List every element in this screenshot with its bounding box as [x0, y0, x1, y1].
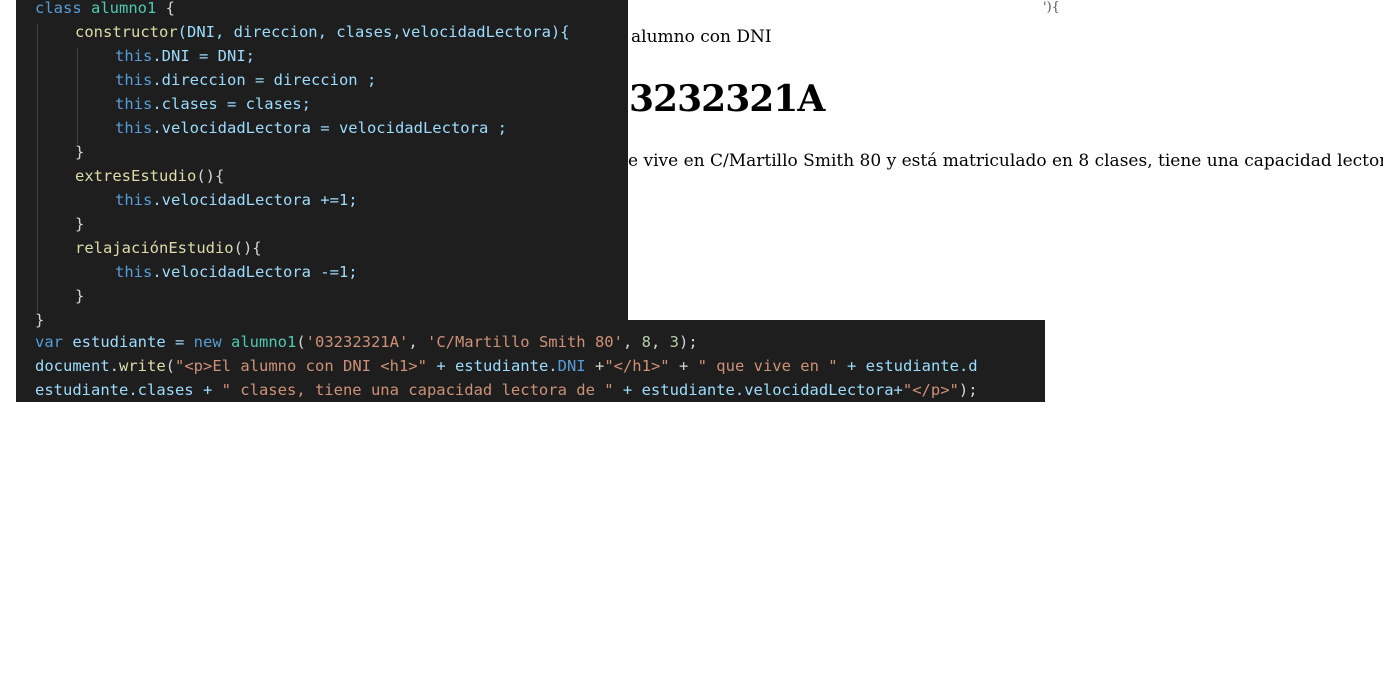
indent-guide: [77, 48, 78, 144]
code-line-14: }: [35, 311, 45, 329]
code-line-15: var estudiante = new alumno1('03232321A'…: [35, 333, 698, 351]
code-line-12: this.velocidadLectora -=1;: [115, 263, 358, 281]
code-line-4: this.direccion = direccion ;: [115, 71, 377, 89]
code-line-10: }: [75, 215, 85, 233]
code-line-16: document.write("<p>El alumno con DNI <h1…: [35, 357, 978, 375]
code-line-7: }: [75, 143, 85, 161]
rendered-dni-heading: 3232321A: [629, 78, 825, 120]
code-text: class alumno1 { constructor(DNI, direcci…: [0, 0, 978, 696]
code-line-1: class alumno1 {: [35, 0, 176, 17]
rendered-output-panel: alumno con DNI 3232321A e vive en C/Mart…: [628, 18, 1383, 304]
code-line-2: constructor(DNI, direccion, clases,veloc…: [75, 23, 570, 41]
code-line-5: this.clases = clases;: [115, 95, 311, 113]
code-line-9: this.velocidadLectora +=1;: [115, 191, 358, 209]
background-code-fragment: '){: [1043, 0, 1060, 15]
indent-guide: [37, 24, 38, 312]
code-line-11: relajaciónEstudio(){: [75, 239, 262, 257]
code-line-13: }: [75, 287, 85, 305]
code-line-3: this.DNI = DNI;: [115, 47, 255, 65]
rendered-paragraph-start: alumno con DNI: [631, 27, 772, 47]
code-line-17: estudiante.clases + " clases, tiene una …: [35, 381, 978, 399]
code-line-8: extresEstudio(){: [75, 167, 225, 185]
code-line-6: this.velocidadLectora = velocidadLectora…: [115, 119, 507, 137]
rendered-paragraph-end: e vive en C/Martillo Smith 80 y está mat…: [628, 151, 1383, 171]
